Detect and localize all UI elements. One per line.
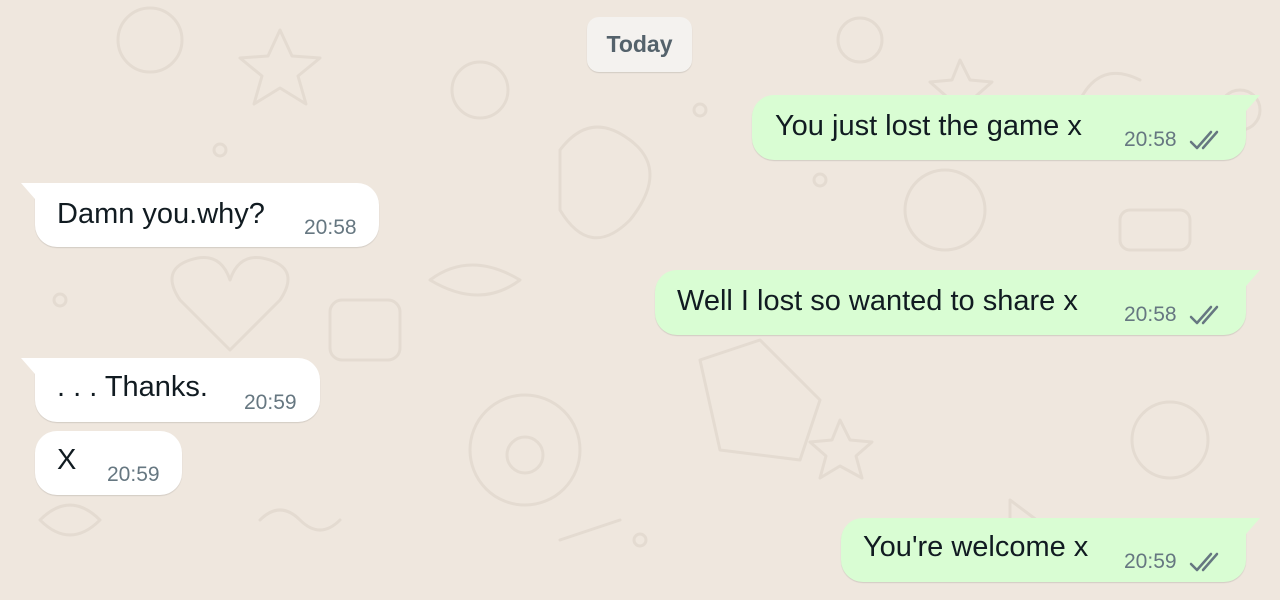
outgoing-message-bubble[interactable]: You just lost the game x 20:58 xyxy=(752,95,1260,160)
date-divider: Today xyxy=(587,17,692,72)
message-timestamp: 20:59 xyxy=(1124,550,1177,573)
bubble-tail xyxy=(1246,518,1260,534)
outgoing-message-bubble[interactable]: You're welcome x 20:59 xyxy=(841,518,1260,582)
message-text: Well I lost so wanted to share x xyxy=(677,285,1078,317)
incoming-message-bubble[interactable]: Damn you.why? 20:58 xyxy=(21,183,379,247)
read-ticks-icon xyxy=(1189,305,1219,325)
outgoing-message-bubble[interactable]: Well I lost so wanted to share x 20:58 xyxy=(655,270,1260,335)
bubble-tail xyxy=(21,358,35,374)
read-ticks-icon xyxy=(1189,130,1219,150)
message-timestamp: 20:58 xyxy=(1124,128,1177,151)
message-text: You're welcome x xyxy=(863,531,1089,563)
message-text: . . . Thanks. xyxy=(57,371,208,403)
message-timestamp: 20:59 xyxy=(244,391,297,414)
message-text: X xyxy=(57,444,77,476)
bubble-tail xyxy=(1246,270,1260,286)
message-timestamp: 20:58 xyxy=(304,216,357,239)
read-ticks-icon xyxy=(1189,552,1219,572)
date-divider-label: Today xyxy=(606,31,673,57)
message-text: You just lost the game x xyxy=(775,110,1082,142)
message-timestamp: 20:58 xyxy=(1124,303,1177,326)
message-text: Damn you.why? xyxy=(57,198,265,230)
bubble-tail xyxy=(21,183,35,199)
bubble-tail xyxy=(1246,95,1260,111)
incoming-message-bubble[interactable]: . . . Thanks. 20:59 xyxy=(21,358,320,422)
incoming-message-bubble[interactable]: X 20:59 xyxy=(35,431,182,495)
message-timestamp: 20:59 xyxy=(107,463,160,486)
